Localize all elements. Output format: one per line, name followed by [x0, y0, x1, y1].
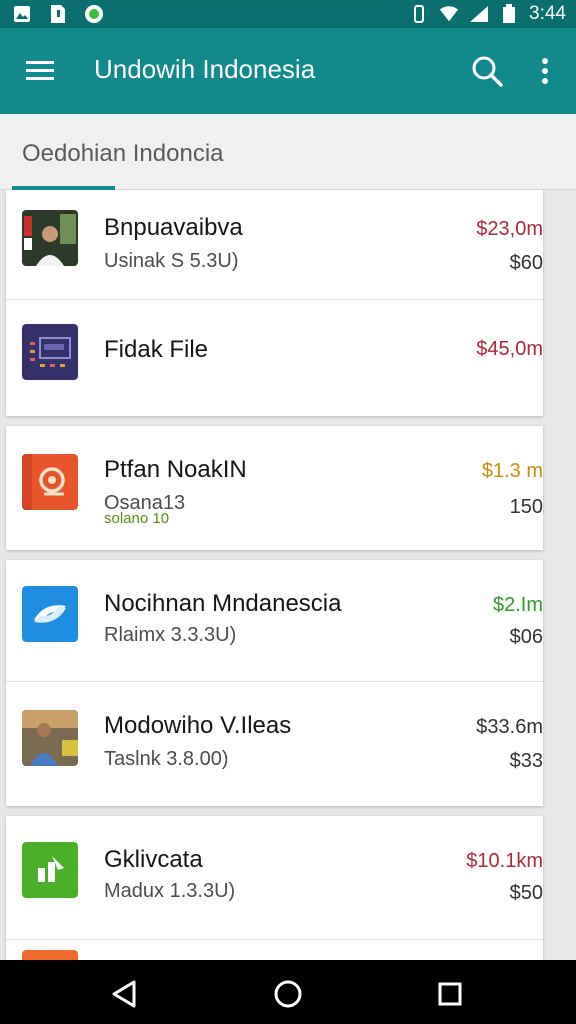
app-subtitle: Rlaimx 3.3.3U): [104, 624, 237, 646]
app-amount: 150: [509, 496, 543, 518]
vibrate-icon: [409, 4, 429, 24]
menu-button[interactable]: [24, 55, 56, 87]
app-icon: [22, 586, 78, 642]
list-item[interactable]: Bnpuavaibva Usinak S 5.3U) $23,0m $60: [6, 190, 543, 300]
app-amount: $60: [509, 252, 543, 274]
battery-icon: [499, 4, 519, 24]
app-list: Bnpuavaibva Usinak S 5.3U) $23,0m $60 Fi…: [0, 190, 576, 960]
list-item[interactable]: Modowiho V.Ileas Taslnk 3.8.00) $33.6m $…: [6, 682, 543, 806]
list-card: Nocihnan Mndanescia Rlaimx 3.3.3U) $2.Im…: [6, 560, 543, 806]
hamburger-icon: [26, 61, 54, 80]
list-item[interactable]: [6, 940, 543, 960]
app-price: $2.Im: [492, 594, 543, 616]
signal-icon: [469, 4, 489, 24]
back-button[interactable]: [106, 976, 142, 1012]
tab-bar: Oedohian Indoncia: [0, 114, 576, 190]
status-time: 3:44: [529, 3, 566, 24]
file-app-icon: [22, 324, 78, 380]
app-name: Ptfan NoakIN: [104, 456, 247, 483]
file-notification-icon: [48, 4, 68, 24]
recents-icon: [438, 982, 462, 1006]
app-name: Gklivcata: [104, 846, 203, 873]
app-amount: $50: [509, 882, 543, 904]
status-bar: 3:44: [0, 0, 576, 28]
home-icon: [274, 980, 302, 1008]
app-thumbnail: [22, 710, 78, 766]
home-button[interactable]: [270, 976, 306, 1012]
more-vert-icon: [542, 58, 548, 84]
list-item[interactable]: Fidak File $45,0m: [6, 300, 543, 416]
search-icon: [472, 56, 503, 87]
app-subtitle: Madux 1.3.3U): [104, 880, 236, 902]
app-subtitle: Usinak S 5.3U): [104, 250, 239, 272]
app-subtitle: Taslnk 3.8.00): [104, 748, 229, 770]
app-price: $33.6m: [476, 716, 543, 738]
app-price: $10.1km: [466, 850, 543, 872]
image-notification-icon: [12, 4, 32, 24]
app-icon: [22, 950, 78, 960]
list-card: Bnpuavaibva Usinak S 5.3U) $23,0m $60 Fi…: [6, 190, 543, 416]
list-item[interactable]: Gklivcata Madux 1.3.3U) $10.1km $50: [6, 816, 543, 940]
list-card: Gklivcata Madux 1.3.3U) $10.1km $50: [6, 816, 543, 960]
app-name: Modowiho V.Ileas: [104, 712, 292, 739]
app-title: Undowih Indonesia: [94, 54, 316, 84]
more-options-button[interactable]: [530, 52, 560, 90]
recents-button[interactable]: [432, 976, 468, 1012]
app-icon: [22, 454, 78, 510]
back-icon: [112, 980, 136, 1008]
app-note: solano 10: [104, 510, 170, 527]
system-nav-bar: [0, 960, 576, 1024]
list-card: Ptfan NoakIN Osana13 solano 10 $1.3 m 15…: [6, 426, 543, 550]
app-notification-icon: [84, 4, 104, 24]
tab-oedohian-indoncia[interactable]: Oedohian Indoncia: [22, 140, 224, 168]
search-button[interactable]: [468, 52, 506, 90]
app-bar: Undowih Indonesia: [0, 28, 576, 114]
app-name: Nocihnan Mndanescia: [104, 590, 342, 617]
list-item[interactable]: Ptfan NoakIN Osana13 solano 10 $1.3 m 15…: [6, 426, 543, 550]
app-name: Bnpuavaibva: [104, 214, 243, 241]
app-name: Fidak File: [104, 336, 209, 363]
app-price: $23,0m: [476, 218, 543, 240]
app-amount: $06: [509, 626, 543, 648]
wifi-icon: [439, 4, 459, 24]
app-price: $1.3 m: [481, 460, 543, 482]
app-price: $45,0m: [476, 338, 543, 360]
list-item[interactable]: Nocihnan Mndanescia Rlaimx 3.3.3U) $2.Im…: [6, 560, 543, 682]
app-thumbnail: [22, 210, 78, 266]
app-icon: [22, 842, 78, 898]
app-amount: $33: [509, 750, 543, 772]
